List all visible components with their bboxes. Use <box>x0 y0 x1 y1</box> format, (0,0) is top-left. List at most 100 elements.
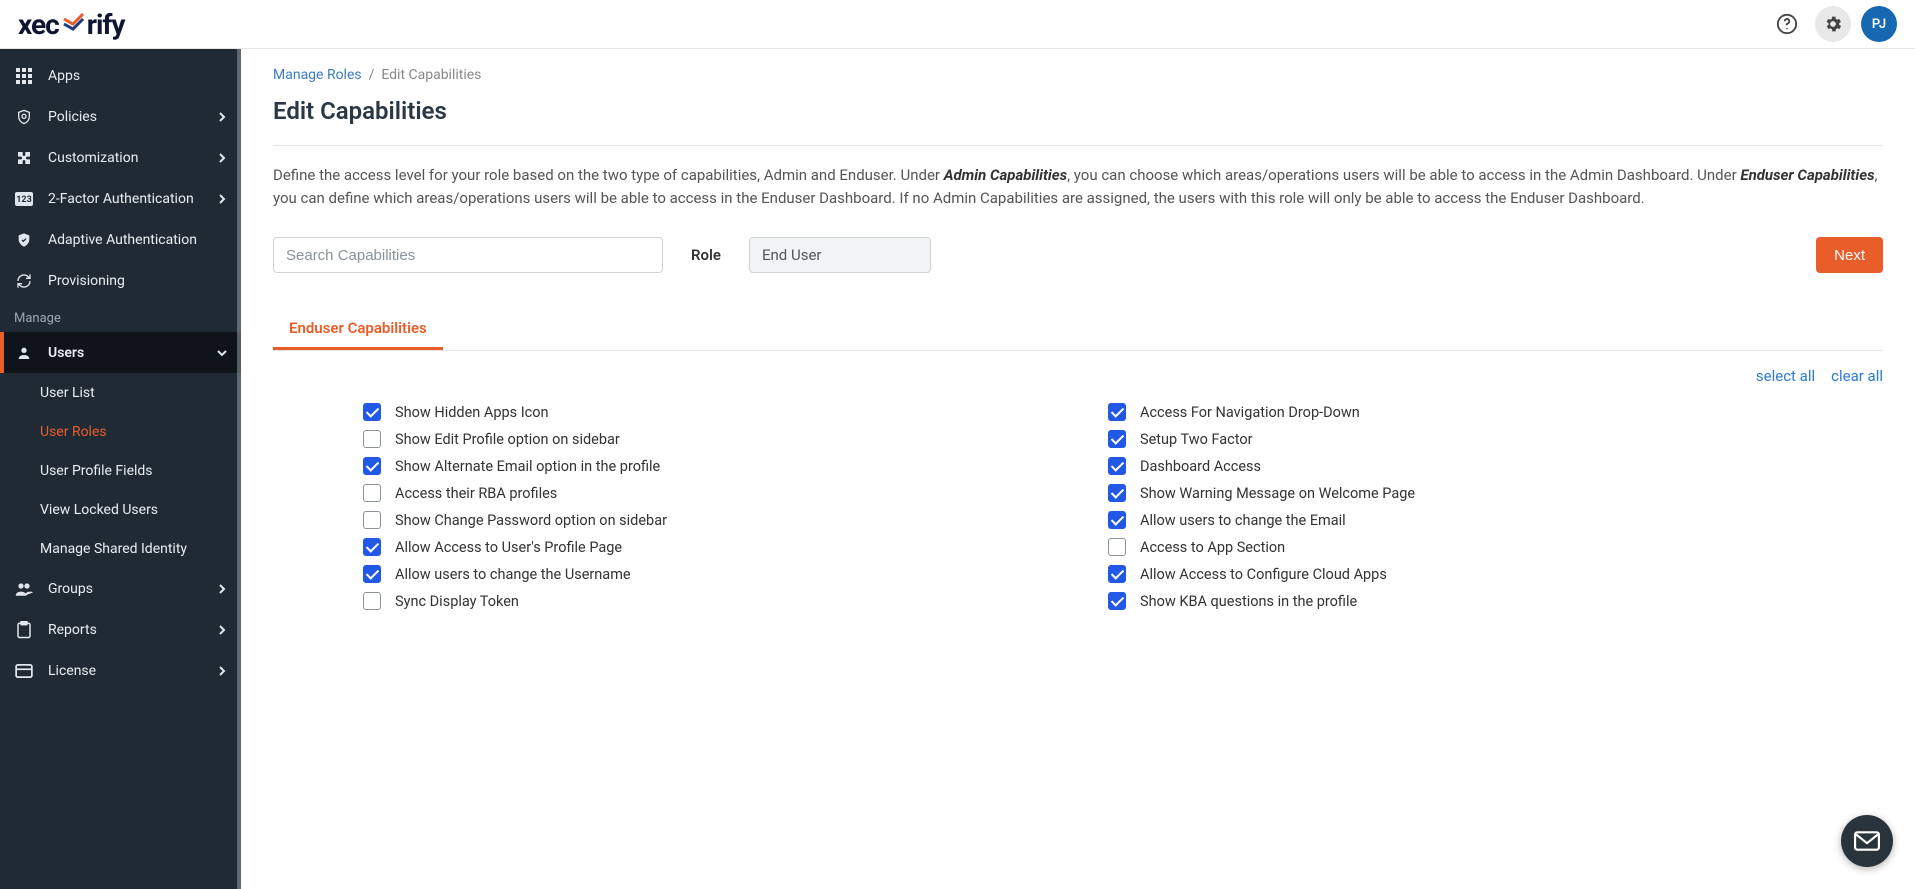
capability-checkbox[interactable] <box>363 430 381 448</box>
divider <box>273 145 1883 146</box>
sidebar-sub-manage-shared-identity[interactable]: Manage Shared Identity <box>0 529 241 568</box>
chevron-right-icon <box>217 584 227 594</box>
top-header: xec rify PJ <box>0 0 1915 49</box>
capability-label: Allow Access to Configure Cloud Apps <box>1140 566 1387 583</box>
capability-row: Access to App Section <box>1108 538 1793 556</box>
capability-checkbox[interactable] <box>1108 592 1126 610</box>
sidebar-sub-user-profile-fields[interactable]: User Profile Fields <box>0 451 241 490</box>
capability-checkbox[interactable] <box>1108 511 1126 529</box>
capability-label: Sync Display Token <box>395 593 519 610</box>
role-label: Role <box>691 246 721 264</box>
sidebar-item-policies[interactable]: Policies <box>0 96 241 137</box>
avatar-initials: PJ <box>1872 17 1886 32</box>
page-title: Edit Capabilities <box>273 97 1883 125</box>
capability-label: Show Warning Message on Welcome Page <box>1140 485 1415 502</box>
capability-row: Allow users to change the Username <box>363 565 1048 583</box>
sidebar-sub-label: User Roles <box>40 424 107 440</box>
capabilities-col-right: Access For Navigation Drop-Down Setup Two… <box>1108 403 1793 619</box>
capabilities-col-left: Show Hidden Apps Icon Show Edit Profile o… <box>363 403 1048 619</box>
sync-icon <box>14 273 34 289</box>
sidebar-sub-label: View Locked Users <box>40 502 158 518</box>
tab-enduser-capabilities[interactable]: Enduser Capabilities <box>273 309 443 350</box>
capability-checkbox[interactable] <box>363 484 381 502</box>
main-content: Manage Roles / Edit Capabilities Edit Ca… <box>241 49 1915 889</box>
gear-icon[interactable] <box>1815 6 1851 42</box>
sidebar-section-manage: Manage <box>0 301 241 332</box>
sidebar-item-adaptive-auth[interactable]: Adaptive Authentication <box>0 219 241 260</box>
capability-checkbox[interactable] <box>1108 403 1126 421</box>
capability-label: Access to App Section <box>1140 539 1285 556</box>
role-value: End User <box>749 237 931 273</box>
chat-fab[interactable] <box>1841 815 1893 867</box>
capability-label: Show Alternate Email option in the profi… <box>395 458 660 475</box>
avatar[interactable]: PJ <box>1861 6 1897 42</box>
sidebar-item-label: 2-Factor Authentication <box>48 191 194 207</box>
capability-row: Allow users to change the Email <box>1108 511 1793 529</box>
sidebar-item-reports[interactable]: Reports <box>0 609 241 650</box>
capability-row: Access For Navigation Drop-Down <box>1108 403 1793 421</box>
capability-checkbox[interactable] <box>1108 565 1126 583</box>
capability-checkbox[interactable] <box>363 457 381 475</box>
clear-all-link[interactable]: clear all <box>1831 367 1883 385</box>
capability-label: Show Hidden Apps Icon <box>395 404 549 421</box>
capability-checkbox[interactable] <box>1108 538 1126 556</box>
capability-label: Access For Navigation Drop-Down <box>1140 404 1360 421</box>
sidebar-item-2fa[interactable]: 123 2-Factor Authentication <box>0 178 241 219</box>
capability-checkbox[interactable] <box>363 592 381 610</box>
capability-checkbox[interactable] <box>363 511 381 529</box>
help-icon[interactable] <box>1769 6 1805 42</box>
sidebar-item-customization[interactable]: Customization <box>0 137 241 178</box>
next-button[interactable]: Next <box>1816 237 1883 273</box>
capability-checkbox[interactable] <box>363 538 381 556</box>
capability-row: Show Hidden Apps Icon <box>363 403 1048 421</box>
sidebar-sub-user-roles[interactable]: User Roles <box>0 412 241 451</box>
intro-text: Define the access level for your role ba… <box>273 164 1883 209</box>
capability-checkbox[interactable] <box>363 403 381 421</box>
chevron-right-icon <box>217 666 227 676</box>
sidebar-item-license[interactable]: License <box>0 650 241 691</box>
capability-checkbox[interactable] <box>1108 457 1126 475</box>
breadcrumb-parent[interactable]: Manage Roles <box>273 67 362 83</box>
sidebar-item-label: Reports <box>48 622 97 638</box>
capability-checkbox[interactable] <box>363 565 381 583</box>
card-icon <box>14 664 34 678</box>
capability-checkbox[interactable] <box>1108 484 1126 502</box>
svg-text:123: 123 <box>16 195 32 205</box>
header-actions: PJ <box>1769 6 1897 42</box>
breadcrumb-current: Edit Capabilities <box>381 67 481 83</box>
sidebar-sub-view-locked-users[interactable]: View Locked Users <box>0 490 241 529</box>
capability-row: Show Alternate Email option in the profi… <box>363 457 1048 475</box>
sidebar-sub-label: User Profile Fields <box>40 463 153 479</box>
capability-row: Setup Two Factor <box>1108 430 1793 448</box>
sidebar-item-label: Adaptive Authentication <box>48 232 197 248</box>
sidebar-item-label: Apps <box>48 68 80 84</box>
sidebar-sub-label: Manage Shared Identity <box>40 541 187 557</box>
sidebar-item-apps[interactable]: Apps <box>0 55 241 96</box>
capability-label: Allow users to change the Email <box>1140 512 1346 529</box>
search-input[interactable] <box>273 237 663 273</box>
tabs-bar: Enduser Capabilities <box>273 309 1883 351</box>
chevron-right-icon <box>217 194 227 204</box>
capability-row: Show Warning Message on Welcome Page <box>1108 484 1793 502</box>
intro-enduser-cap: Enduser Capabilities <box>1740 166 1874 184</box>
sidebar-item-provisioning[interactable]: Provisioning <box>0 260 241 301</box>
capability-label: Setup Two Factor <box>1140 431 1253 448</box>
select-all-link[interactable]: select all <box>1756 367 1815 385</box>
capability-label: Show Change Password option on sidebar <box>395 512 667 529</box>
brand-logo: xec rify <box>18 8 124 41</box>
grid-icon <box>14 68 34 84</box>
breadcrumb: Manage Roles / Edit Capabilities <box>273 67 1883 83</box>
sidebar-item-groups[interactable]: Groups <box>0 568 241 609</box>
brand-text-rify: rify <box>87 8 125 41</box>
capability-row: Dashboard Access <box>1108 457 1793 475</box>
sidebar-item-label: Customization <box>48 150 138 166</box>
sidebar-sub-user-list[interactable]: User List <box>0 373 241 412</box>
sidebar-sub-label: User List <box>40 385 95 401</box>
sidebar-item-label: License <box>48 663 96 679</box>
intro-admin-cap: Admin Capabilities <box>944 166 1067 184</box>
capability-row: Show Edit Profile option on sidebar <box>363 430 1048 448</box>
sidebar-item-label: Groups <box>48 581 93 597</box>
capability-checkbox[interactable] <box>1108 430 1126 448</box>
sidebar-item-users[interactable]: Users <box>0 332 241 373</box>
capability-label: Show KBA questions in the profile <box>1140 593 1357 610</box>
